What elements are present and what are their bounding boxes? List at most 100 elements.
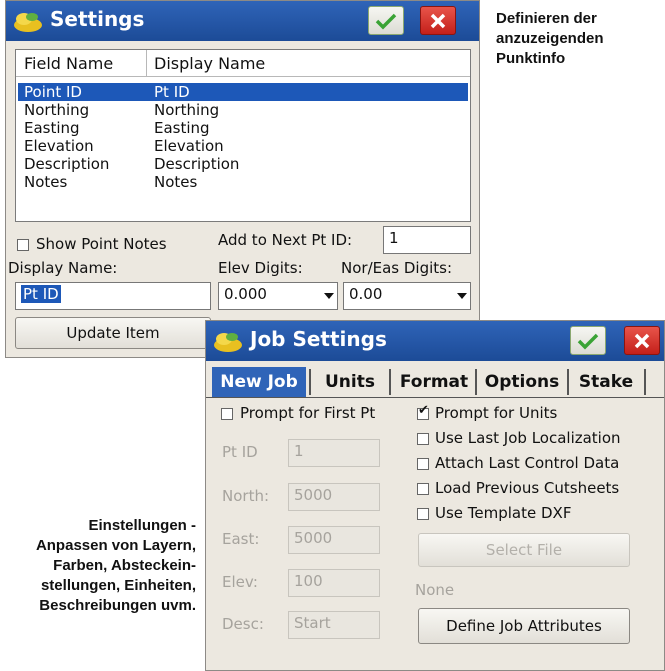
load-prev-cutsheets-checkbox[interactable] — [417, 483, 429, 495]
select-file-label: Select File — [485, 541, 563, 559]
tab-stake[interactable]: Stake — [570, 367, 642, 397]
tab-options[interactable]: Options — [478, 367, 566, 397]
list-item[interactable]: Point ID Pt ID — [18, 83, 468, 101]
field-name: Easting — [24, 119, 80, 137]
column-header-field[interactable]: Field Name — [24, 54, 113, 73]
use-template-dxf-label: Use Template DXF — [435, 504, 572, 522]
east-value: 5000 — [294, 529, 333, 547]
nor-eas-digits-select[interactable]: 0.00 — [343, 282, 471, 310]
ok-button[interactable] — [570, 326, 606, 355]
add-next-pt-value: 1 — [389, 229, 399, 247]
field-list[interactable]: Field Name Display Name Point ID Pt ID N… — [15, 49, 471, 222]
elev-value: 100 — [294, 572, 323, 590]
tab-divider — [309, 369, 311, 395]
settings-titlebar: Settings — [6, 1, 479, 41]
prompt-first-pt-label: Prompt for First Pt — [240, 404, 376, 422]
use-last-job-loc-label: Use Last Job Localization — [435, 429, 621, 447]
display-name: Easting — [154, 119, 210, 137]
close-icon — [634, 333, 650, 348]
caption-top-line: anzuzeigenden — [496, 30, 604, 47]
select-file-button[interactable]: Select File — [418, 533, 630, 567]
nor-eas-digits-value: 0.00 — [349, 285, 383, 303]
tab-units[interactable]: Units — [314, 367, 386, 397]
pt-id-input[interactable]: 1 — [288, 439, 380, 467]
list-item[interactable]: Northing Northing — [18, 101, 468, 119]
tab-divider — [567, 369, 569, 395]
check-icon — [577, 333, 599, 349]
app-logo-icon — [212, 329, 244, 359]
list-item[interactable]: Notes Notes — [18, 173, 468, 191]
display-name-label: Display Name: — [8, 259, 118, 277]
caption-bottom-line: Beschreibungen uvm. — [39, 597, 196, 614]
tab-divider — [475, 369, 477, 395]
tab-divider — [644, 369, 646, 395]
field-name: Description — [24, 155, 110, 173]
caption-top-line: Definieren der — [496, 10, 597, 27]
caption-top: Definieren der anzuzeigenden Punktinfo — [496, 9, 604, 69]
caption-bottom-line: stellungen, Einheiten, — [40, 577, 196, 594]
field-name: Elevation — [24, 137, 94, 155]
chevron-down-icon[interactable] — [321, 283, 337, 309]
use-template-dxf-checkbox[interactable] — [417, 508, 429, 520]
display-name: Elevation — [154, 137, 224, 155]
desc-input[interactable]: Start — [288, 611, 380, 639]
chevron-down-icon[interactable] — [454, 283, 470, 309]
attach-last-ctrl-checkbox[interactable] — [417, 458, 429, 470]
close-icon — [430, 13, 446, 28]
list-header-divider — [16, 76, 470, 77]
east-input[interactable]: 5000 — [288, 526, 380, 554]
display-name: Description — [154, 155, 240, 173]
display-name-value: Pt ID — [21, 285, 61, 303]
elev-label: Elev: — [222, 573, 258, 591]
ok-button[interactable] — [368, 6, 404, 35]
field-name: Northing — [24, 101, 90, 119]
close-button[interactable] — [624, 326, 660, 355]
elev-digits-label: Elev Digits: — [218, 259, 303, 277]
add-next-pt-input[interactable]: 1 — [383, 226, 471, 254]
show-point-notes-label: Show Point Notes — [36, 235, 167, 253]
elev-digits-select[interactable]: 0.000 — [218, 282, 338, 310]
field-name: Notes — [24, 173, 68, 191]
north-label: North: — [222, 487, 270, 505]
close-button[interactable] — [420, 6, 456, 35]
column-divider — [146, 50, 147, 76]
list-item[interactable]: Description Description — [18, 155, 468, 173]
display-name: Pt ID — [154, 83, 190, 101]
column-header-display[interactable]: Display Name — [154, 54, 265, 73]
tab-new-job[interactable]: New Job — [212, 367, 306, 397]
elev-input[interactable]: 100 — [288, 569, 380, 597]
update-item-label: Update Item — [66, 324, 160, 342]
caption-bottom-line: Anpassen von Layern, — [35, 537, 196, 554]
define-job-attributes-label: Define Job Attributes — [446, 617, 602, 635]
caption-top-line: Punktinfo — [496, 50, 566, 67]
east-label: East: — [222, 530, 260, 548]
display-name-input[interactable]: Pt ID — [15, 282, 211, 310]
prompt-units-checkbox[interactable]: ✔ — [417, 404, 429, 420]
settings-title: Settings — [50, 7, 145, 31]
tab-divider — [389, 369, 391, 395]
prompt-first-pt-checkbox[interactable] — [221, 408, 233, 420]
field-name: Point ID — [24, 83, 82, 101]
update-item-button[interactable]: Update Item — [15, 317, 211, 349]
pt-id-label: Pt ID — [222, 443, 258, 461]
use-last-job-loc-checkbox[interactable] — [417, 433, 429, 445]
list-item[interactable]: Easting Easting — [18, 119, 468, 137]
elev-digits-value: 0.000 — [224, 285, 267, 303]
tab-strip-line — [206, 397, 664, 398]
desc-label: Desc: — [222, 615, 264, 633]
pt-id-value: 1 — [294, 442, 304, 460]
job-settings-titlebar: Job Settings — [206, 321, 664, 361]
show-point-notes-checkbox[interactable] — [17, 239, 29, 251]
list-item[interactable]: Elevation Elevation — [18, 137, 468, 155]
check-icon — [375, 13, 397, 29]
north-input[interactable]: 5000 — [288, 483, 380, 511]
none-label: None — [415, 581, 455, 599]
nor-eas-digits-label: Nor/Eas Digits: — [341, 259, 453, 277]
checkmark-icon: ✔ — [418, 403, 429, 418]
prompt-units-label: Prompt for Units — [435, 404, 558, 422]
tab-format[interactable]: Format — [394, 367, 474, 397]
load-prev-cutsheets-label: Load Previous Cutsheets — [435, 479, 620, 497]
define-job-attributes-button[interactable]: Define Job Attributes — [418, 608, 630, 644]
app-logo-icon — [12, 9, 44, 39]
north-value: 5000 — [294, 486, 333, 504]
